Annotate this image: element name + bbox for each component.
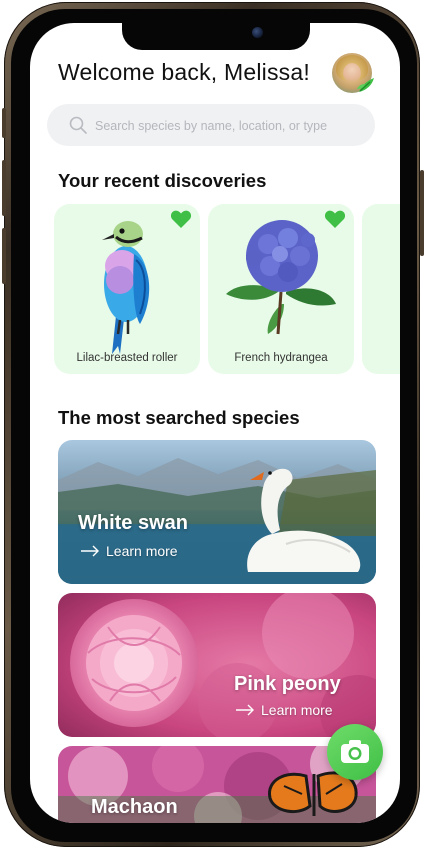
- search-bar[interactable]: [47, 104, 375, 148]
- search-icon: [69, 116, 87, 134]
- discovery-card-partial[interactable]: [362, 204, 400, 374]
- learn-more-label: Learn more: [106, 543, 178, 559]
- search-input[interactable]: [93, 104, 367, 148]
- leaf-icon: [357, 78, 374, 92]
- discovery-card-label: Lilac-breasted roller: [76, 352, 178, 364]
- discovery-card-label: French hydrangea: [234, 352, 328, 364]
- volume-up-button: [2, 160, 6, 216]
- species-name: Machaon: [91, 796, 178, 818]
- learn-more-link[interactable]: Learn more: [235, 702, 333, 718]
- arrow-right-icon: [81, 545, 99, 557]
- front-camera: [252, 27, 263, 38]
- camera-button[interactable]: [327, 724, 383, 780]
- discovery-card-french-hydrangea[interactable]: French hydrangea: [208, 204, 354, 374]
- welcome-heading: Welcome back, Melissa!: [58, 59, 310, 85]
- most-searched-title: The most searched species: [58, 407, 300, 428]
- silent-switch: [2, 108, 6, 138]
- app-screen: Welcome back, Melissa! Your recent disco…: [30, 23, 400, 823]
- recent-discoveries-title: Your recent discoveries: [58, 170, 267, 191]
- species-name: Pink peony: [234, 673, 341, 695]
- learn-more-label: Learn more: [261, 702, 333, 718]
- discovery-card-lilac-breasted-roller[interactable]: Lilac-breasted roller: [54, 204, 200, 374]
- lilac-breasted-roller-illustration: [102, 221, 150, 354]
- species-card-white-swan[interactable]: White swan Learn more: [58, 440, 376, 584]
- arrow-right-icon: [236, 704, 254, 716]
- power-button: [420, 170, 424, 256]
- learn-more-link[interactable]: Learn more: [80, 543, 178, 559]
- species-card-pink-peony[interactable]: Pink peony Learn more: [58, 593, 376, 737]
- camera-icon: [341, 740, 369, 763]
- phone-notch: [122, 23, 310, 50]
- species-name: White swan: [78, 512, 189, 534]
- french-hydrangea-illustration: [226, 220, 336, 335]
- volume-down-button: [2, 228, 6, 284]
